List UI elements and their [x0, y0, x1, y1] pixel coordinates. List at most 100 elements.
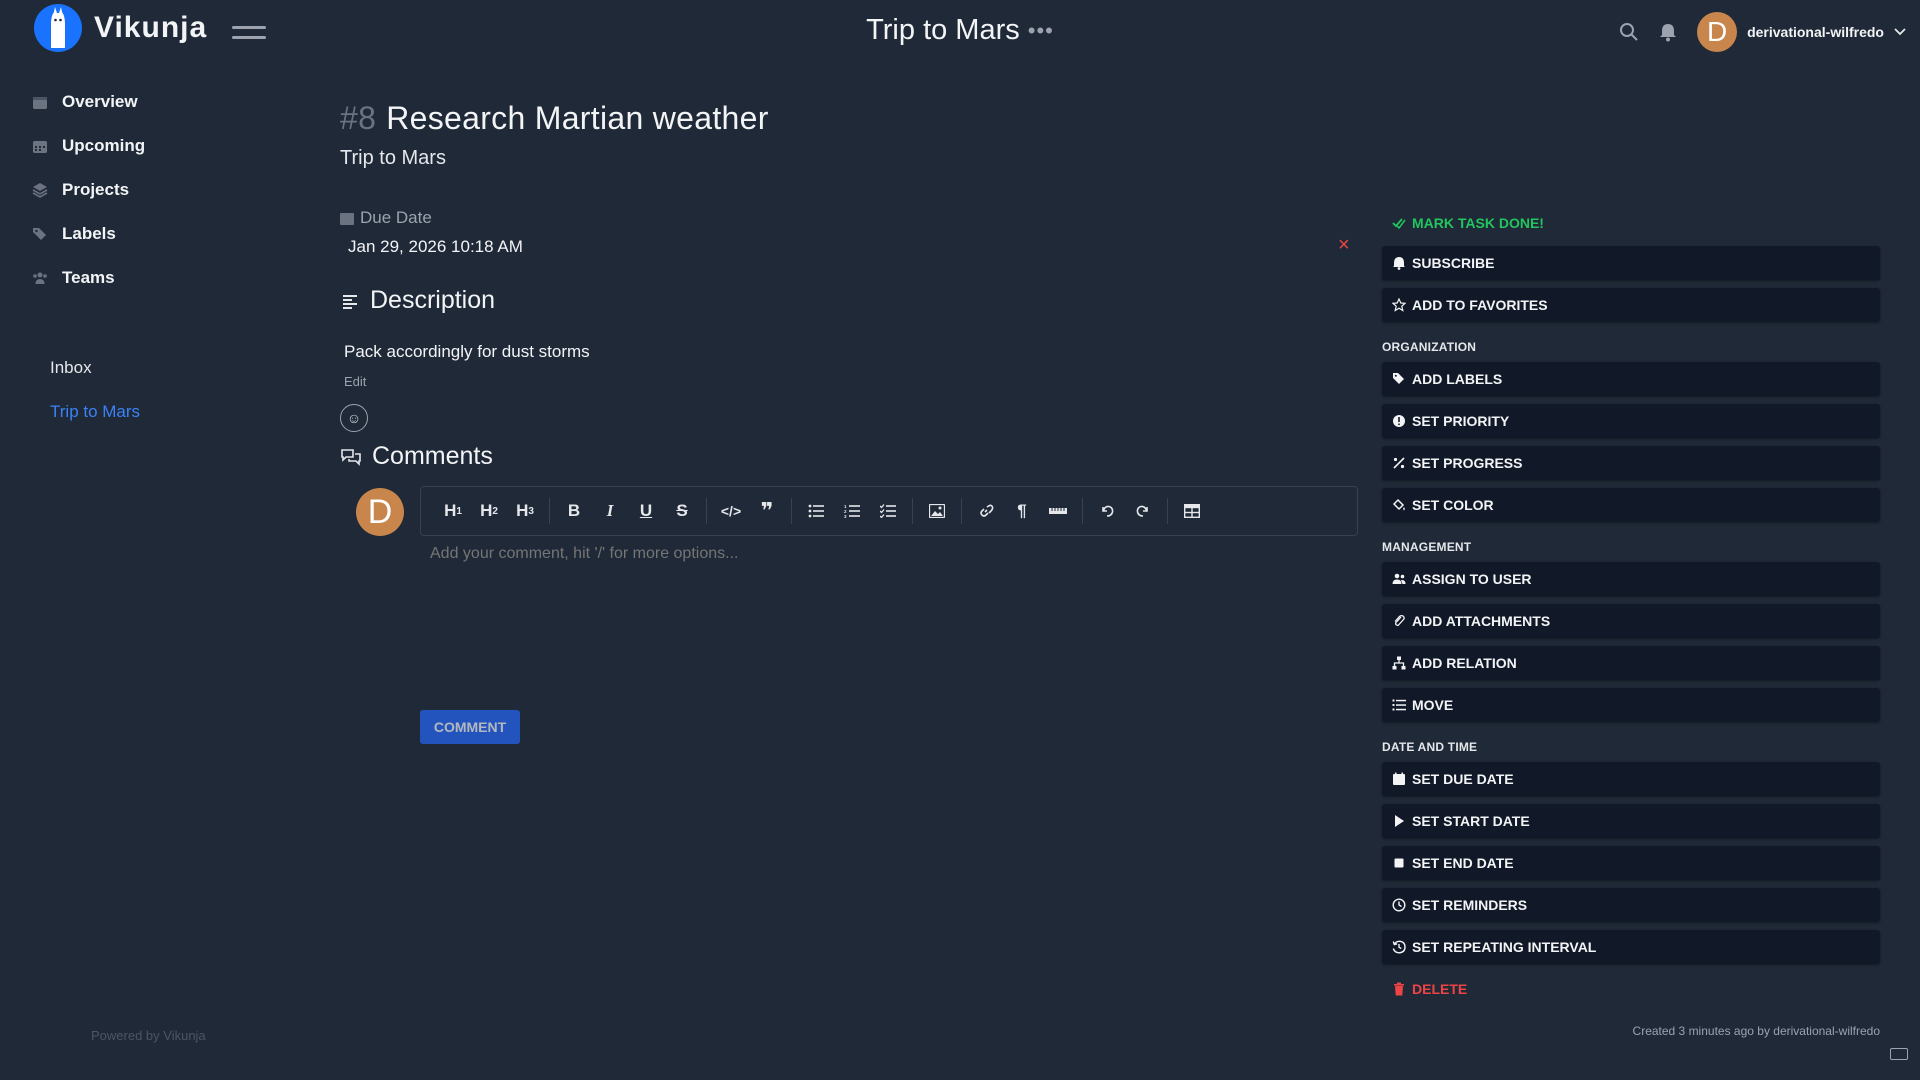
italic-icon[interactable]: I	[592, 493, 628, 529]
toolbar-divider	[706, 498, 707, 524]
project-list: Inbox Trip to Mars	[0, 346, 300, 434]
comment-input[interactable]	[428, 544, 1352, 564]
edit-description-link[interactable]: Edit	[344, 374, 366, 389]
group-label-date-time: DATE AND TIME	[1382, 740, 1478, 754]
link-icon[interactable]	[968, 493, 1004, 529]
repeating-label: SET REPEATING INTERVAL	[1412, 939, 1597, 955]
set-progress-button[interactable]: SET PROGRESS	[1382, 446, 1880, 480]
reminders-label: SET REMINDERS	[1412, 897, 1528, 913]
task-heading: #8 Research Martian weather	[340, 100, 1360, 137]
sidebar-item-projects[interactable]: Projects	[0, 168, 300, 212]
add-labels-label: ADD LABELS	[1412, 371, 1503, 387]
code-icon[interactable]: </>	[713, 493, 749, 529]
set-priority-label: SET PRIORITY	[1412, 413, 1510, 429]
comment-button[interactable]: COMMENT	[420, 710, 520, 744]
emoji-reaction-icon[interactable]: ☺	[340, 404, 368, 432]
set-end-date-button[interactable]: SET END DATE	[1382, 846, 1880, 880]
underline-icon[interactable]: U	[628, 493, 664, 529]
sidebar-item-label: Upcoming	[62, 136, 146, 155]
move-button[interactable]: MOVE	[1382, 688, 1880, 722]
sidebar-item-label: Overview	[62, 92, 138, 111]
set-reminders-button[interactable]: SET REMINDERS	[1382, 888, 1880, 922]
assign-to-user-button[interactable]: ASSIGN TO USER	[1382, 562, 1880, 596]
mark-done-label: MARK TASK DONE!	[1412, 215, 1544, 231]
task-number: #8	[340, 100, 377, 136]
bell-icon	[1392, 256, 1406, 270]
favorites-label: ADD TO FAVORITES	[1412, 297, 1548, 313]
sidebar-item-teams[interactable]: Teams	[0, 256, 300, 300]
toolbar-divider	[912, 498, 913, 524]
undo-icon[interactable]	[1089, 493, 1125, 529]
powered-by[interactable]: Powered by Vikunja	[91, 1028, 206, 1043]
add-labels-button[interactable]: ADD LABELS	[1382, 362, 1880, 396]
set-start-date-button[interactable]: SET START DATE	[1382, 804, 1880, 838]
delete-task-button[interactable]: DELETE	[1382, 974, 1880, 1004]
set-due-date-button[interactable]: SET DUE DATE	[1382, 762, 1880, 796]
add-relation-button[interactable]: ADD RELATION	[1382, 646, 1880, 680]
paperclip-icon	[1392, 614, 1406, 628]
move-label: MOVE	[1412, 697, 1454, 713]
layers-icon	[32, 182, 48, 198]
bullet-list-icon[interactable]	[798, 493, 834, 529]
sidebar-item-labels[interactable]: Labels	[0, 212, 300, 256]
comment-editor-toolbar: H1 H2 H3 B I U S </> ❞ 123 ¶	[420, 486, 1358, 536]
paragraph-icon[interactable]: ¶	[1004, 493, 1040, 529]
redo-icon[interactable]	[1125, 493, 1161, 529]
clear-due-date-icon[interactable]: ×	[1338, 234, 1350, 257]
set-priority-button[interactable]: SET PRIORITY	[1382, 404, 1880, 438]
mark-task-done-button[interactable]: MARK TASK DONE!	[1382, 208, 1880, 238]
table-icon[interactable]	[1174, 493, 1210, 529]
commenter-avatar: D	[356, 488, 404, 536]
task-title[interactable]: Research Martian weather	[386, 100, 768, 136]
group-label-organization: ORGANIZATION	[1382, 340, 1477, 354]
toolbar-divider	[961, 498, 962, 524]
heading3-icon[interactable]: H3	[507, 493, 543, 529]
description-text[interactable]: Pack accordingly for dust storms	[344, 342, 590, 362]
svg-text:3: 3	[844, 514, 847, 518]
project-more-icon[interactable]: •••	[1028, 18, 1054, 43]
top-bar: Vikunja Trip to Mars ••• D derivational-w…	[0, 0, 1920, 66]
add-attachments-button[interactable]: ADD ATTACHMENTS	[1382, 604, 1880, 638]
toolbar-divider	[1082, 498, 1083, 524]
heading2-icon[interactable]: H2	[471, 493, 507, 529]
strikethrough-icon[interactable]: S	[664, 493, 700, 529]
sidebar-item-upcoming[interactable]: Upcoming	[0, 124, 300, 168]
horizontal-rule-icon[interactable]	[1040, 493, 1076, 529]
sidebar-project-trip-to-mars[interactable]: Trip to Mars	[0, 390, 300, 434]
search-icon[interactable]	[1619, 22, 1639, 42]
comments-heading: Comments	[340, 442, 493, 471]
end-date-label: SET END DATE	[1412, 855, 1514, 871]
bell-icon[interactable]	[1659, 22, 1677, 42]
set-color-button[interactable]: SET COLOR	[1382, 488, 1880, 522]
percent-icon	[1392, 456, 1406, 470]
star-icon	[1392, 298, 1406, 312]
relation-label: ADD RELATION	[1412, 655, 1517, 671]
list-icon	[1392, 698, 1406, 712]
subscribe-button[interactable]: SUBSCRIBE	[1382, 246, 1880, 280]
sidebar-item-label: Teams	[62, 268, 115, 287]
quote-icon[interactable]: ❞	[749, 493, 785, 529]
user-menu[interactable]: D derivational-wilfredo	[1697, 12, 1906, 52]
trash-icon	[1392, 982, 1406, 996]
description-heading-text: Description	[370, 286, 496, 314]
bold-icon[interactable]: B	[556, 493, 592, 529]
task-project[interactable]: Trip to Mars	[340, 147, 1360, 170]
assign-label: ASSIGN TO USER	[1412, 571, 1532, 587]
sidebar-item-overview[interactable]: Overview	[0, 80, 300, 124]
keyboard-shortcuts-icon[interactable]	[1890, 1048, 1908, 1060]
due-date-value[interactable]: Jan 29, 2026 10:18 AM	[348, 237, 523, 257]
add-to-favorites-button[interactable]: ADD TO FAVORITES	[1382, 288, 1880, 322]
set-color-label: SET COLOR	[1412, 497, 1494, 513]
set-repeating-interval-button[interactable]: SET REPEATING INTERVAL	[1382, 930, 1880, 964]
sidebar-project-inbox[interactable]: Inbox	[0, 346, 300, 390]
task-list-icon[interactable]	[870, 493, 906, 529]
fill-drip-icon	[1392, 498, 1406, 512]
due-date-label-text: Due Date	[360, 208, 432, 227]
heading1-icon[interactable]: H1	[435, 493, 471, 529]
ordered-list-icon[interactable]: 123	[834, 493, 870, 529]
users-icon	[32, 270, 48, 286]
tags-icon	[32, 226, 48, 242]
calendar-icon	[340, 211, 354, 225]
description-heading: Description	[342, 286, 495, 315]
image-icon[interactable]	[919, 493, 955, 529]
